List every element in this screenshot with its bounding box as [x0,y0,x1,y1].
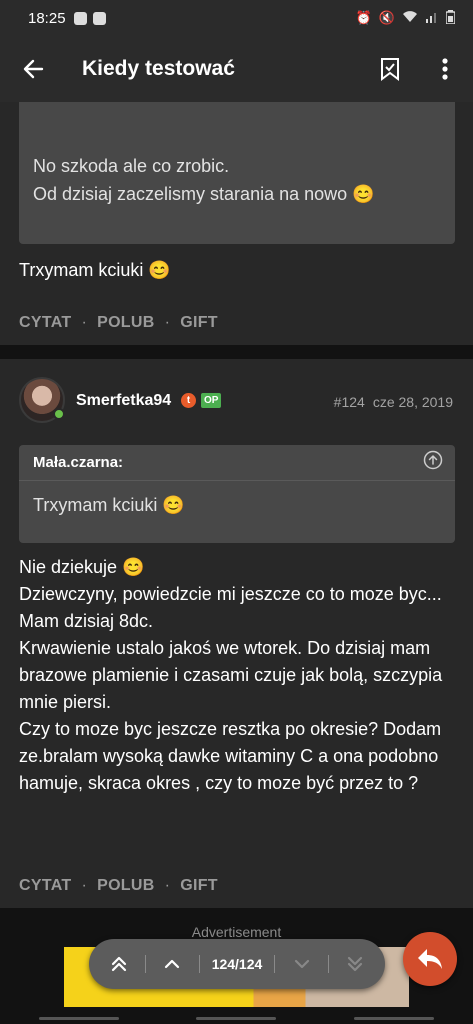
post-line: Krwawienie ustalo jakoś we wtorek. Do dz… [19,638,443,712]
gift-action-button[interactable]: GIFT [180,314,218,332]
alarm-icon: ⏰ [355,10,372,25]
reply-button[interactable] [403,932,457,986]
separator: · [164,314,171,331]
signal-icon [425,11,439,26]
status-icons: ⏰ 🔇 [355,9,456,27]
status-time: 18:25 [28,9,66,27]
post-line: Dziewczyny, powiedzcie mi jeszcze co to … [19,584,442,604]
system-navigation-bar [0,1012,473,1024]
divider [327,955,329,973]
arrow-left-icon [23,59,44,79]
post-card: No szkoda ale co zrobic. Od dzisiaj zacz… [0,102,473,345]
first-page-button[interactable] [105,950,133,978]
last-page-button[interactable] [341,950,369,978]
bookmark-icon [381,58,399,81]
go-to-quote-button[interactable] [423,450,443,475]
nav-handle[interactable] [196,1016,277,1020]
post-actions: CYTAT · POLUB · GIFT [19,877,218,895]
post-meta: #124 cze 28, 2019 [334,394,453,410]
wifi-icon [402,10,418,26]
app-bar: Kiedy testować [0,36,473,102]
post-line: Mam dzisiaj 8dc. [19,611,154,631]
quote-line: Od dzisiaj zaczelismy starania na nowo 😊 [33,184,375,204]
chevron-up-icon [165,959,180,969]
post-body: Nie dziekuje 😊 Dziewczyny, powiedzcie mi… [19,554,459,797]
nav-handle[interactable] [38,1016,119,1020]
double-chevron-up-icon [111,956,127,972]
page-title: Kiedy testować [82,57,235,80]
op-badge: OP [201,393,222,408]
arrow-up-circle-icon [423,450,443,470]
double-chevron-down-icon [347,956,363,972]
reply-icon [418,949,442,969]
separator: · [81,314,88,331]
username-link[interactable]: Smerfetka94 [76,392,171,410]
chevron-down-icon [294,959,309,969]
online-status-dot [53,408,65,420]
post-line: Nie dziekuje 😊 [19,557,145,577]
post-number[interactable]: #124 [334,394,365,410]
separator: · [81,877,88,894]
like-action-button[interactable]: POLUB [97,877,155,895]
post-date: cze 28, 2019 [372,394,453,410]
quote-header: Mała.czarna: [19,445,455,481]
download-icon [92,11,106,25]
divider [274,955,276,973]
battery-icon [445,9,456,27]
quote-line: No szkoda ale co zrobic. [33,156,230,176]
status-bar: 18:25 ⏰ 🔇 [0,0,473,36]
next-page-button[interactable] [288,950,316,978]
user-badge: t [181,393,196,408]
quote-block: Mała.czarna: Trxymam kciuki 😊 [19,445,455,543]
advertisement-label: Advertisement [191,924,282,940]
divider [198,955,200,973]
quote-block: No szkoda ale co zrobic. Od dzisiaj zacz… [19,102,455,244]
page-navigator: 124/124 [89,939,385,989]
quote-action-button[interactable]: CYTAT [19,877,71,895]
nav-handle[interactable] [354,1016,435,1020]
quote-action-button[interactable]: CYTAT [19,314,71,332]
bookmark-button[interactable] [365,36,415,102]
post-line: Czy to moze byc jeszcze resztka po okres… [19,719,442,793]
quote-author: Mała.czarna: [33,454,124,471]
more-button[interactable] [423,36,467,102]
like-action-button[interactable]: POLUB [97,314,155,332]
post-card: Smerfetka94 t OP #124 cze 28, 2019 Mała.c… [0,359,473,908]
divider [145,955,147,973]
mute-icon: 🔇 [378,10,395,25]
gift-action-button[interactable]: GIFT [180,877,218,895]
tumblr-icon [73,11,87,25]
post-body: Trxymam kciuki 😊 [19,260,171,280]
more-vertical-icon [442,58,448,80]
quote-text: Trxymam kciuki 😊 [33,495,185,515]
page-counter[interactable]: 124/124 [212,956,263,972]
back-button[interactable] [0,36,66,102]
separator: · [164,877,171,894]
previous-page-button[interactable] [158,950,186,978]
post-actions: CYTAT · POLUB · GIFT [19,314,218,332]
